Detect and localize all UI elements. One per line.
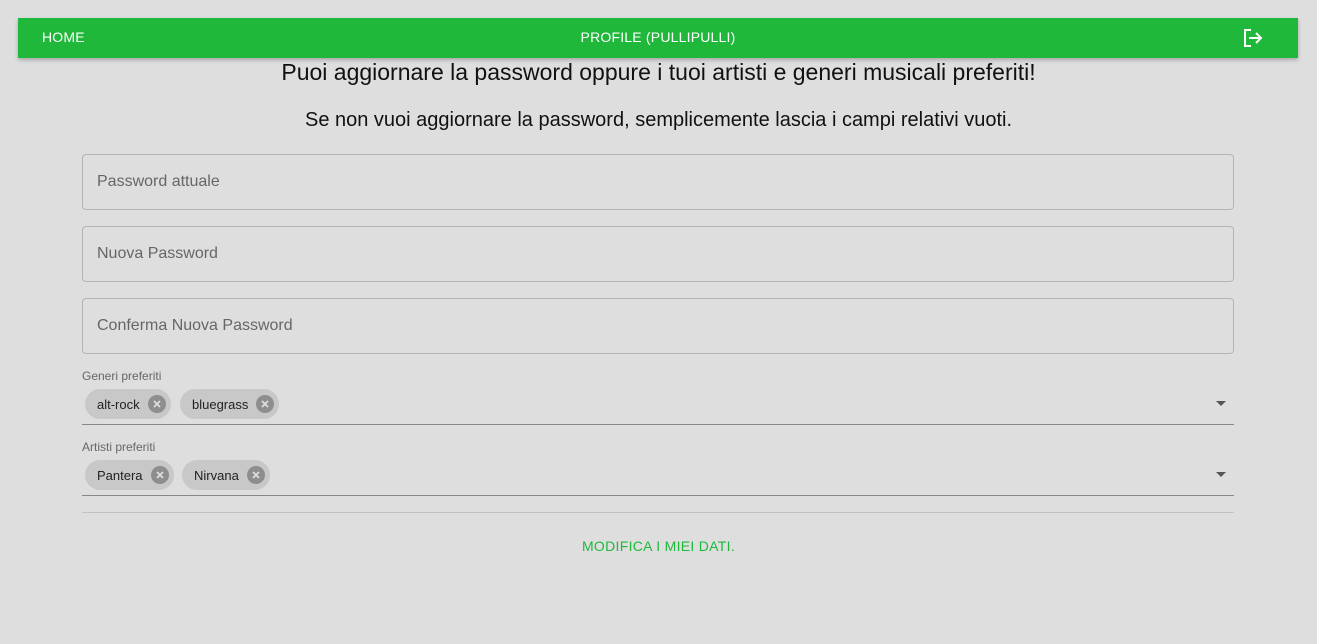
artist-chip: Pantera bbox=[85, 460, 174, 490]
genre-chip-label: alt-rock bbox=[97, 396, 140, 412]
nav-profile-link[interactable]: PROFILE (PULLIPULLI) bbox=[581, 29, 736, 45]
nav-home-link[interactable]: HOME bbox=[42, 29, 85, 45]
remove-chip-icon[interactable] bbox=[246, 466, 265, 484]
genres-label: Generi preferiti bbox=[82, 369, 162, 383]
dropdown-arrow-icon[interactable] bbox=[1216, 401, 1226, 406]
artists-select[interactable]: Pantera Nirvana bbox=[82, 457, 1234, 496]
artist-chip: Nirvana bbox=[182, 460, 270, 490]
artist-chip-label: Nirvana bbox=[194, 467, 239, 483]
genre-chip: alt-rock bbox=[85, 389, 171, 419]
new-password-field bbox=[82, 226, 1234, 282]
remove-chip-icon[interactable] bbox=[150, 466, 169, 484]
current-password-field bbox=[82, 154, 1234, 210]
logout-icon[interactable] bbox=[1240, 26, 1266, 50]
confirm-password-input[interactable] bbox=[83, 299, 1233, 353]
remove-chip-icon[interactable] bbox=[147, 395, 166, 413]
remove-chip-icon[interactable] bbox=[256, 395, 275, 413]
nav-profile-container: PROFILE (PULLIPULLI) bbox=[18, 29, 1298, 45]
submit-button[interactable]: MODIFICA I MIEI DATI. bbox=[582, 538, 735, 554]
submit-container: MODIFICA I MIEI DATI. bbox=[0, 538, 1317, 554]
genre-chip: bluegrass bbox=[180, 389, 280, 419]
app-bar: HOME PROFILE (PULLIPULLI) bbox=[18, 18, 1298, 58]
artists-label: Artisti preferiti bbox=[82, 440, 156, 454]
logout-icon-svg bbox=[1244, 29, 1263, 47]
page-subheading: Se non vuoi aggiornare la password, semp… bbox=[304, 109, 1012, 131]
form-divider bbox=[82, 512, 1234, 513]
new-password-input[interactable] bbox=[83, 227, 1233, 281]
genre-chip-label: bluegrass bbox=[192, 396, 249, 412]
current-password-input[interactable] bbox=[83, 155, 1233, 209]
dropdown-arrow-icon[interactable] bbox=[1216, 472, 1226, 477]
artist-chip-label: Pantera bbox=[97, 467, 143, 483]
page-heading: Puoi aggiornare la password oppure i tuo… bbox=[281, 59, 1036, 85]
genres-select[interactable]: alt-rock bluegrass bbox=[82, 386, 1234, 425]
confirm-password-field bbox=[82, 298, 1234, 354]
